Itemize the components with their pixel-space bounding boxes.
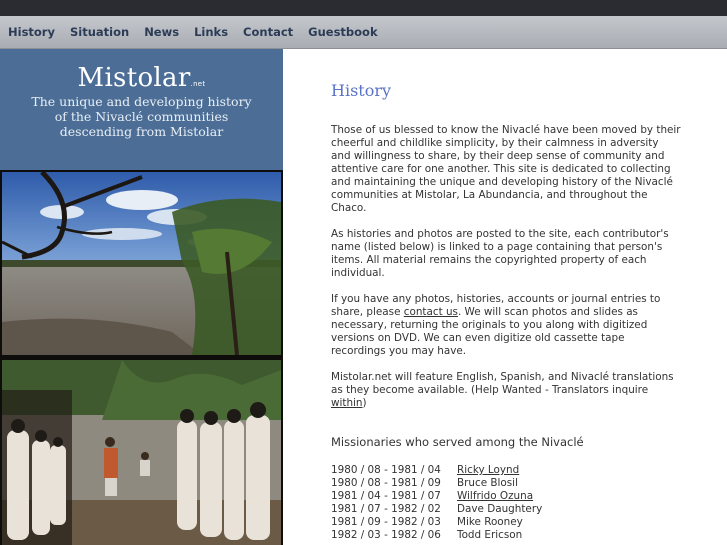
missionary-dates: 1982 / 03 - 1982 / 06 <box>331 529 441 541</box>
nav-history[interactable]: History <box>8 25 55 39</box>
contact-us-link[interactable]: contact us <box>404 306 458 318</box>
nav-links[interactable]: Links <box>194 25 228 39</box>
missionary-dates: 1980 / 08 - 1981 / 09 <box>331 477 441 489</box>
translations-paragraph: Mistolar.net will feature English, Spani… <box>331 371 681 410</box>
missionary-name: Dave Daughtery <box>457 503 543 515</box>
missionary-name: Mike Rooney <box>457 516 523 528</box>
missionary-name-link[interactable]: Ricky Loynd <box>457 464 519 476</box>
missionary-row: 1981 / 07 - 1982 / 02 Dave Daughtery <box>331 503 681 516</box>
missionary-dates: 1980 / 08 - 1981 / 04 <box>331 464 441 476</box>
contributors-paragraph: As histories and photos are posted to th… <box>331 228 669 279</box>
nav-situation[interactable]: Situation <box>70 25 129 39</box>
share-paragraph: If you have any photos, histories, accou… <box>331 293 681 358</box>
photo-river-baptism <box>2 360 281 545</box>
site-title-suffix: .net <box>190 80 206 88</box>
missionary-name: Todd Ericson <box>457 529 523 541</box>
page-title: History <box>331 81 392 100</box>
missionaries-list: 1980 / 08 - 1981 / 04 Ricky Loynd 1980 / … <box>331 464 681 542</box>
main-content: History Those of us blessed to know the … <box>331 81 681 542</box>
nav-contact[interactable]: Contact <box>243 25 293 39</box>
missionary-dates: 1981 / 09 - 1982 / 03 <box>331 516 441 528</box>
tagline-line-1: The unique and developing history <box>31 94 252 109</box>
missionary-dates: 1981 / 04 - 1981 / 07 <box>331 490 441 502</box>
missionary-dates: 1981 / 07 - 1982 / 02 <box>331 503 441 515</box>
translations-text-after: ) <box>362 397 367 409</box>
missionary-row: 1980 / 08 - 1981 / 09 Bruce Blosil <box>331 477 681 490</box>
top-strip <box>0 0 727 16</box>
tagline-line-2: of the Nivaclé communities <box>54 109 229 124</box>
missionary-row: 1982 / 03 - 1982 / 06 Todd Ericson <box>331 529 681 542</box>
missionary-row: 1980 / 08 - 1981 / 04 Ricky Loynd <box>331 464 681 477</box>
missionary-row: 1981 / 04 - 1981 / 07 Wilfrido Ozuna <box>331 490 681 503</box>
nav-guestbook[interactable]: Guestbook <box>308 25 377 39</box>
site-tagline: The unique and developing history of the… <box>0 94 283 139</box>
site-branding: Mistolar.net The unique and developing h… <box>0 49 283 170</box>
left-sidebar: Mistolar.net The unique and developing h… <box>0 49 283 545</box>
site-title: Mistolar.net <box>0 63 283 93</box>
within-link[interactable]: within <box>331 397 363 409</box>
top-nav-bar: History Situation News Links Contact Gue… <box>0 16 727 49</box>
missionary-name: Bruce Blosil <box>457 477 518 489</box>
tagline-line-3: descending from Mistolar <box>59 124 224 139</box>
missionary-row: 1981 / 09 - 1982 / 03 Mike Rooney <box>331 516 681 529</box>
site-title-text: Mistolar <box>77 63 191 93</box>
intro-paragraph: Those of us blessed to know the Nivaclé … <box>331 124 681 214</box>
missionaries-heading: Missionaries who served among the Nivacl… <box>331 435 584 449</box>
nav-news[interactable]: News <box>144 25 179 39</box>
photo-river-landscape <box>2 172 281 355</box>
missionary-name-link[interactable]: Wilfrido Ozuna <box>457 490 533 502</box>
translations-text-before: Mistolar.net will feature English, Spani… <box>331 371 674 396</box>
